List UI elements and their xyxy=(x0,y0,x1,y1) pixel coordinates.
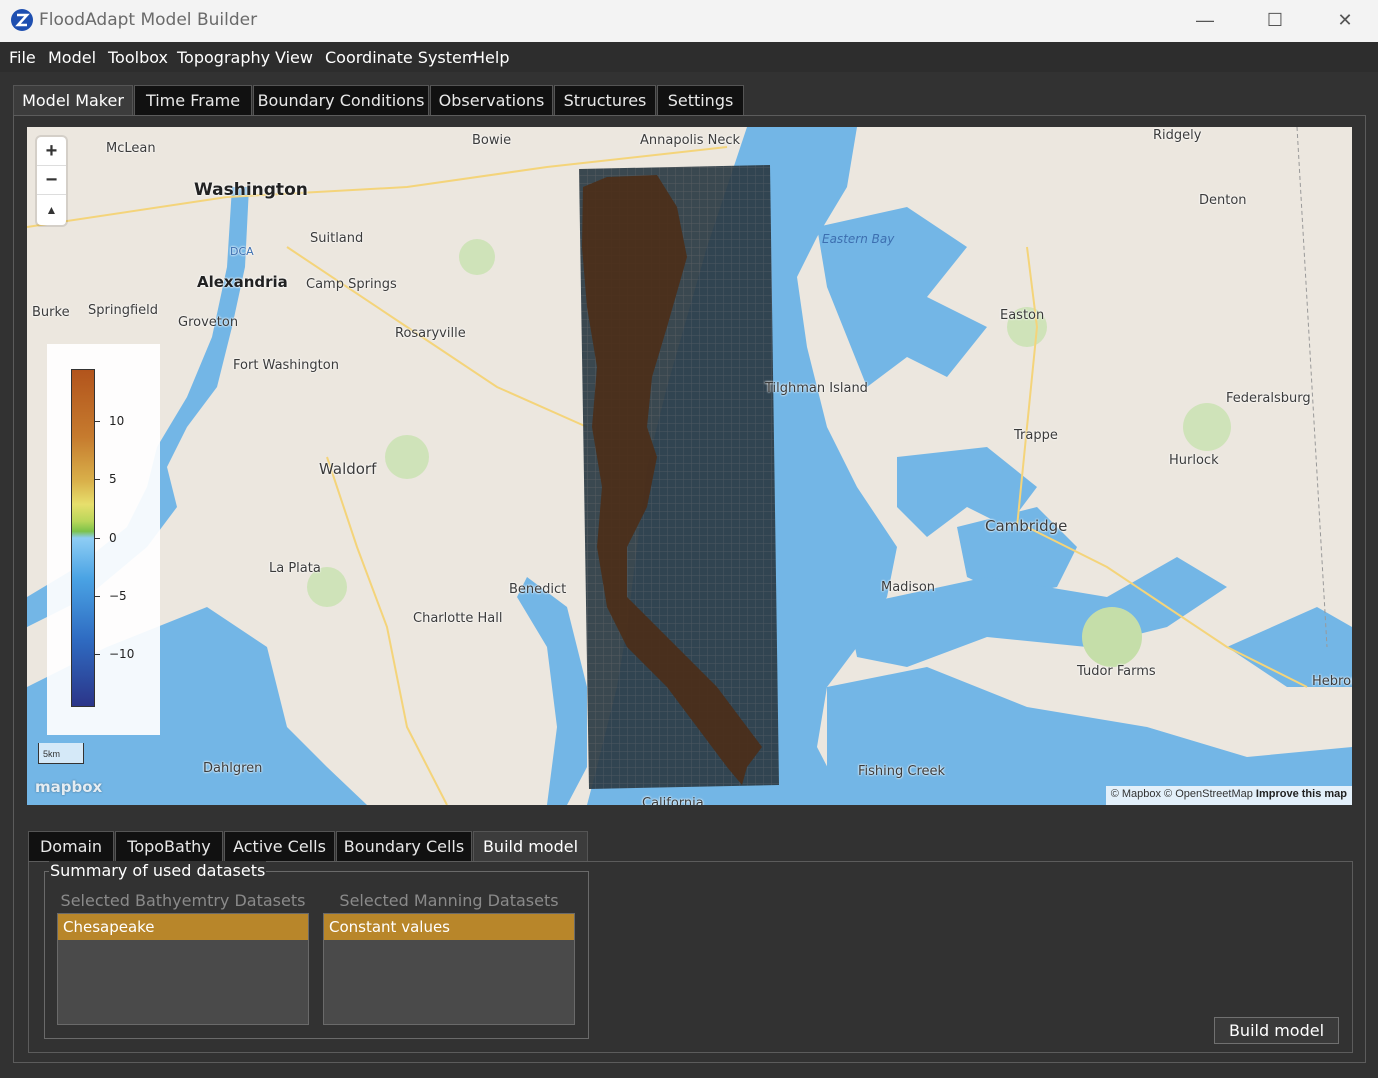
mapbox-logo[interactable]: mapbox xyxy=(35,778,102,796)
list-item[interactable]: Constant values xyxy=(324,914,574,940)
manning-datasets-list[interactable]: Constant values xyxy=(323,913,575,1025)
menu-toolbox[interactable]: Toolbox xyxy=(108,48,168,67)
label-camp-springs: Camp Springs xyxy=(306,277,397,292)
colorbar-label: −10 xyxy=(109,647,135,661)
colorbar-tick xyxy=(95,596,100,597)
label-trappe: Trappe xyxy=(1014,428,1058,443)
label-ridgely: Ridgely xyxy=(1153,128,1202,143)
label-eastern-bay: Eastern Bay xyxy=(822,232,895,246)
subtab-active-cells[interactable]: Active Cells xyxy=(224,831,335,862)
app-logo-icon xyxy=(11,9,33,31)
bathy-datasets-list[interactable]: Chesapeake xyxy=(57,913,309,1025)
label-hebron: Hebron xyxy=(1312,674,1352,689)
label-dca-airport: DCA xyxy=(230,245,254,258)
menu-coordinate-system[interactable]: Coordinate System xyxy=(325,48,477,67)
attribution-text[interactable]: © Mapbox © OpenStreetMap xyxy=(1111,788,1253,800)
menu-view[interactable]: View xyxy=(275,48,313,67)
label-alexandria: Alexandria xyxy=(197,273,288,291)
colorbar-tick xyxy=(95,479,100,480)
tab-observations[interactable]: Observations xyxy=(430,85,553,116)
compass-button[interactable]: ▲ xyxy=(37,195,66,224)
colorbar-label: −5 xyxy=(109,589,127,603)
build-model-button[interactable]: Build model xyxy=(1214,1017,1339,1044)
label-tilghman-island: Tilghman Island xyxy=(765,381,868,396)
map-attribution: © Mapbox © OpenStreetMap Improve this ma… xyxy=(1105,786,1352,805)
label-madison: Madison xyxy=(881,580,936,595)
subtab-boundary-cells[interactable]: Boundary Cells xyxy=(336,831,472,862)
map-scale-bar: 5km xyxy=(38,743,84,764)
colorbar-gradient xyxy=(71,369,95,707)
colorbar-legend: 10 5 0 −5 −10 xyxy=(47,344,160,735)
menu-file[interactable]: File xyxy=(9,48,36,67)
label-federalsburg: Federalsburg xyxy=(1226,391,1311,406)
close-button[interactable]: ✕ xyxy=(1310,0,1378,40)
manning-datasets-header: Selected Manning Datasets xyxy=(339,891,559,910)
label-cambridge: Cambridge xyxy=(985,517,1068,535)
label-springfield: Springfield xyxy=(88,303,159,318)
tab-settings[interactable]: Settings xyxy=(657,85,744,116)
tab-time-frame[interactable]: Time Frame xyxy=(134,85,252,116)
label-washington: Washington xyxy=(194,180,308,200)
label-benedict: Benedict xyxy=(509,582,567,597)
label-fort-washington: Fort Washington xyxy=(233,358,339,373)
colorbar-tick xyxy=(95,654,100,655)
window-title: FloodAdapt Model Builder xyxy=(39,10,258,30)
label-denton: Denton xyxy=(1199,193,1247,208)
tab-boundary-conditions[interactable]: Boundary Conditions xyxy=(253,85,429,116)
label-groveton: Groveton xyxy=(178,315,239,330)
colorbar-tick xyxy=(95,538,100,539)
subtab-domain[interactable]: Domain xyxy=(28,831,114,862)
map-basemap xyxy=(27,127,1352,805)
colorbar-label: 5 xyxy=(109,472,117,486)
tab-structures[interactable]: Structures xyxy=(554,85,656,116)
label-tudor-farms: Tudor Farms xyxy=(1077,664,1156,679)
colorbar-label: 0 xyxy=(109,531,117,545)
label-burke: Burke xyxy=(32,305,70,320)
label-fishing-creek: Fishing Creek xyxy=(858,764,946,779)
label-mclean: McLean xyxy=(106,141,156,156)
zoom-control: + − ▲ xyxy=(37,137,66,225)
label-la-plata: La Plata xyxy=(269,561,321,576)
label-bowie: Bowie xyxy=(472,133,512,148)
menu-model[interactable]: Model xyxy=(48,48,96,67)
summary-title: Summary of used datasets xyxy=(49,861,267,880)
colorbar-tick xyxy=(95,421,100,422)
tab-model-maker[interactable]: Model Maker xyxy=(13,85,133,116)
subtab-build-model[interactable]: Build model xyxy=(473,831,588,862)
label-dahlgren: Dahlgren xyxy=(203,761,263,776)
zoom-in-button[interactable]: + xyxy=(37,137,66,166)
label-annapolis-neck: Annapolis Neck xyxy=(640,133,741,148)
menu-help[interactable]: Help xyxy=(473,48,509,67)
label-waldorf: Waldorf xyxy=(319,460,377,478)
list-item[interactable]: Chesapeake xyxy=(58,914,308,940)
label-easton: Easton xyxy=(1000,308,1045,323)
bathy-datasets-header: Selected Bathyemtry Datasets xyxy=(60,891,306,910)
menu-topography[interactable]: Topography xyxy=(177,48,270,67)
maximize-button[interactable]: ☐ xyxy=(1240,0,1310,40)
label-hurlock: Hurlock xyxy=(1169,453,1219,468)
subtab-topobathy[interactable]: TopoBathy xyxy=(115,831,223,862)
menu-bar: File Model Toolbox Topography View Coord… xyxy=(0,42,1378,72)
label-california: California xyxy=(642,796,704,805)
label-suitland: Suitland xyxy=(310,231,364,246)
label-rosaryville: Rosaryville xyxy=(395,326,466,341)
map-view[interactable]: Washington Alexandria McLean Bowie Annap… xyxy=(27,127,1352,805)
colorbar-label: 10 xyxy=(109,414,125,428)
improve-map-link[interactable]: Improve this map xyxy=(1256,788,1347,800)
title-bar: FloodAdapt Model Builder — ☐ ✕ xyxy=(0,0,1378,42)
minimize-button[interactable]: — xyxy=(1170,0,1240,40)
label-charlotte-hall: Charlotte Hall xyxy=(413,611,503,626)
zoom-out-button[interactable]: − xyxy=(37,166,66,195)
